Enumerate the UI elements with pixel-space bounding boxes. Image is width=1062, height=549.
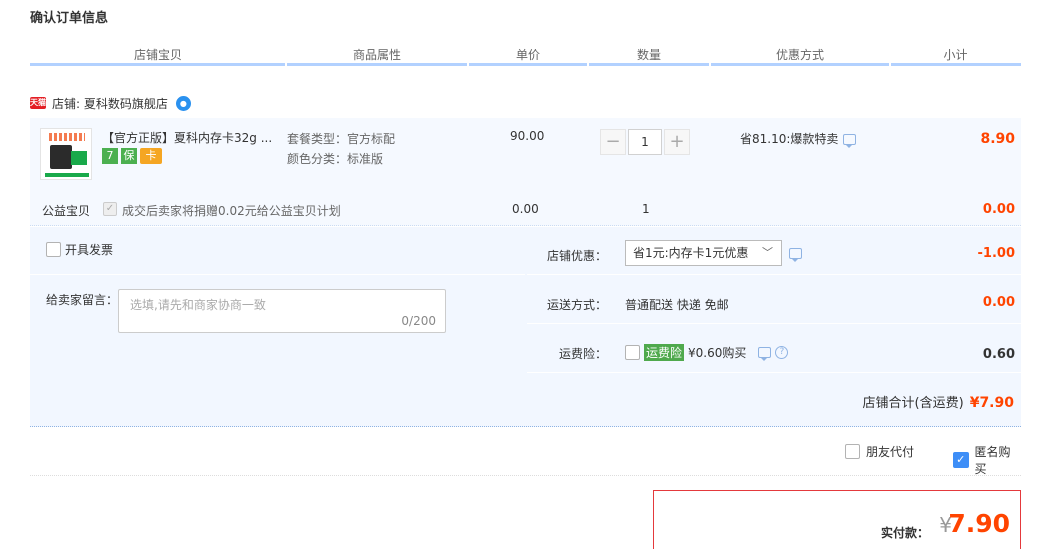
seller-note-input[interactable]: 选填,请先和商家协商一致 0/200 [118,289,446,333]
col-discount: 优惠方式 [775,48,824,62]
help-icon[interactable]: ? [775,346,789,359]
order-item: 【官方正版】夏科内存卡32g ... 7 保 卡 套餐类型：官方标配 颜色分类：… [30,118,1021,226]
charity-price: 0.00 [512,202,539,216]
charity-subtotal: 0.00 [982,202,1015,217]
chat-icon[interactable]: ● [175,95,191,111]
col-subtotal: 小计 [943,48,968,62]
col-attributes: 商品属性 [352,48,401,62]
charity-text: 成交后卖家将捐赠0.02元给公益宝贝计划 [122,204,341,218]
unit-price: 90.00 [510,129,545,143]
charity-checkbox: ✓ [103,202,117,216]
message-icon[interactable] [843,134,857,148]
shop-row: 天猫 店铺: 夏科数码旗舰店 ● [30,93,191,113]
attr-package: 套餐类型：官方标配 [287,132,396,146]
payment-summary: 实付款： ¥ 7.90 [653,490,1021,549]
invoice-label: 开具发票 [65,243,114,257]
order-options: 开具发票 给卖家留言： 选填,请先和商家协商一致 0/200 店铺优惠： 省1元… [30,227,1021,427]
col-unit-price: 单价 [515,48,540,62]
anonymous-checkbox[interactable]: ✓ [953,452,969,468]
payment-label: 实付款： [880,526,929,540]
credit-card-icon: 卡 [140,148,162,164]
product-thumbnail[interactable] [40,128,92,180]
shipping-method: 普通配送 快递 免邮 [625,298,729,312]
friend-pay-option[interactable]: 朋友代付 [845,443,914,460]
item-discount: 省81.10:爆款特卖 [740,130,857,148]
qty-increase-button[interactable]: + [664,129,690,155]
col-quantity: 数量 [636,48,661,62]
qty-input[interactable]: 1 [628,129,662,155]
friend-pay-label: 朋友代付 [866,445,915,459]
charity-qty: 1 [642,202,650,216]
guarantee-icon: 保 [121,148,137,164]
item-subtotal: 8.90 [980,131,1015,147]
page-title: 确认订单信息 [30,11,109,26]
insurance-tag: 运费险 [644,344,685,361]
insurance-label: 运费险： [558,347,607,361]
shipping-row: 运送方式： 普通配送 快递 免邮 0.00 [527,276,1021,324]
note-label: 给卖家留言： [46,293,119,307]
shop-discount-row: 店铺优惠： 省1元:内存卡1元优惠 ﹀ -1.00 [527,227,1021,275]
coupon-selected: 省1元:内存卡1元优惠 [633,246,749,260]
shop-fees: 店铺优惠： 省1元:内存卡1元优惠 ﹀ -1.00 运送方式： 普通配送 快递 … [527,227,1021,375]
shipping-label: 运送方式： [546,298,607,312]
anonymous-label: 匿名购买 [974,445,1011,476]
service-icons: 7 保 卡 [102,148,162,164]
insurance-price: ¥0.60购买 [688,346,747,360]
shop-name[interactable]: 店铺: 夏科数码旗舰店 [52,95,168,112]
buyer-options: 开具发票 给卖家留言： 选填,请先和商家协商一致 0/200 [30,227,525,375]
column-header: 店铺宝贝 商品属性 单价 数量 优惠方式 小计 [30,42,1021,66]
shop-discount-value: -1.00 [977,246,1015,261]
message-icon[interactable] [789,248,802,262]
charity-label: 公益宝贝 [42,204,91,218]
product-title[interactable]: 【官方正版】夏科内存卡32g ... [102,129,277,146]
chevron-down-icon: ﹀ [762,246,773,259]
insurance-row: 运费险： 运费险 ¥0.60购买 ? 0.60 [527,325,1021,373]
note-placeholder: 选填,请先和商家协商一致 [130,298,266,312]
coupon-select[interactable]: 省1元:内存卡1元优惠 ﹀ [625,240,782,266]
seven-day-return-icon: 7 [102,148,118,164]
attr-color: 颜色分类：标准版 [287,152,384,166]
invoice-option[interactable]: 开具发票 [46,241,113,258]
invoice-checkbox[interactable] [46,242,61,257]
note-counter: 0/200 [401,314,436,328]
friend-pay-checkbox[interactable] [845,444,860,459]
qty-decrease-button[interactable]: − [600,129,626,155]
shop-total-value: ¥7.90 [969,395,1014,411]
insurance-value: 0.60 [982,347,1015,362]
extra-options: 朋友代付 ✓ 匿名购买 [30,440,1021,476]
discount-label: 省81.10:爆款特卖 [740,132,839,146]
quantity-stepper: − 1 + [600,129,690,155]
message-icon[interactable] [758,347,772,361]
shop-discount-label: 店铺优惠： [546,249,607,263]
payment-total: 7.90 [948,509,1010,538]
insurance-checkbox[interactable] [625,345,640,360]
insurance-option[interactable]: 运费险 ¥0.60购买 ? [625,344,789,361]
shop-total-label: 店铺合计(含运费) [862,396,964,411]
shipping-value: 0.00 [982,295,1015,310]
shop-total: 店铺合计(含运费) ¥7.90 [863,392,1014,411]
col-shop-item: 店铺宝贝 [133,48,182,62]
anonymous-option[interactable]: ✓ 匿名购买 [953,443,1021,477]
tmall-icon: 天猫 [30,97,46,109]
